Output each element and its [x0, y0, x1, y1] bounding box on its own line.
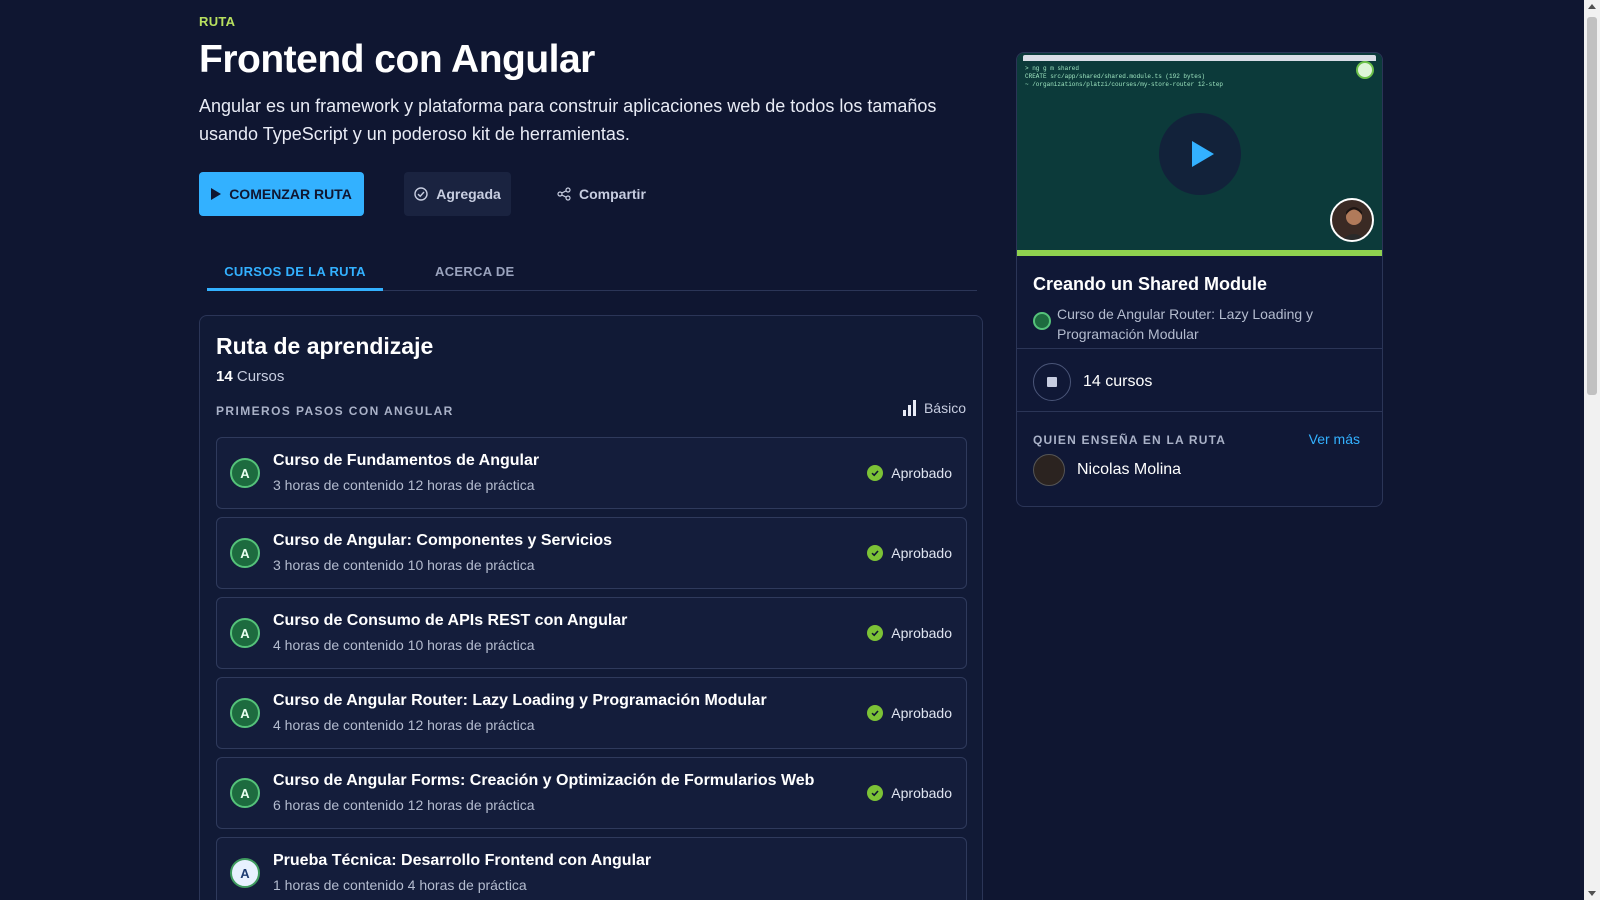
course-status-label: Aprobado — [891, 705, 952, 721]
teacher-name: Nicolas Molina — [1077, 461, 1182, 478]
course-count-number: 14 — [216, 368, 233, 385]
video-course-name: Curso de Angular Router: Lazy Loading y … — [1057, 306, 1314, 342]
approved-check-icon — [867, 785, 884, 801]
sidebar-course-count: 14 cursos — [1083, 373, 1153, 390]
course-count: 14 Cursos — [216, 368, 284, 385]
course-status: Aprobado — [867, 785, 952, 801]
course-item[interactable]: A Prueba Técnica: Desarrollo Frontend co… — [216, 837, 967, 900]
learning-path-title: Ruta de aprendizaje — [216, 333, 434, 359]
level-label: Básico — [923, 400, 966, 416]
section-heading: PRIMEROS PASOS CON ANGULAR — [216, 404, 454, 418]
route-page: RUTA Frontend con Angular Angular es un … — [0, 0, 1584, 900]
route-eyebrow: RUTA — [199, 14, 236, 29]
course-item[interactable]: A Curso de Angular: Componentes y Servic… — [216, 517, 967, 589]
angular-course-icon: A — [230, 698, 260, 728]
level-bars-icon — [902, 400, 916, 416]
approved-check-icon — [867, 705, 884, 721]
video-preview[interactable]: > ng g m shared CREATE src/app/shared/sh… — [1017, 53, 1382, 256]
added-button[interactable]: Agregada — [404, 172, 511, 216]
course-meta: 1 horas de contenido 4 horas de práctica — [273, 877, 527, 893]
course-count-label: Cursos — [236, 368, 285, 385]
course-name: Curso de Angular Router: Lazy Loading y … — [273, 692, 767, 709]
approved-check-icon — [867, 545, 884, 561]
course-item[interactable]: A Curso de Fundamentos de Angular 3 hora… — [216, 437, 967, 509]
angular-course-icon: A — [230, 538, 260, 568]
browser-chrome-bar — [1023, 55, 1376, 61]
course-item[interactable]: A Curso de Consumo de APIs REST con Angu… — [216, 597, 967, 669]
video-course-link[interactable]: Curso de Angular Router: Lazy Loading y … — [1033, 304, 1353, 344]
scroll-thumb[interactable] — [1587, 17, 1597, 395]
page-title: Frontend con Angular — [199, 38, 595, 81]
learning-path-card: Ruta de aprendizaje 14 Cursos PRIMEROS P… — [199, 315, 983, 900]
course-name: Curso de Angular Forms: Creación y Optim… — [273, 772, 815, 789]
check-circle-icon — [414, 187, 428, 201]
play-video-button[interactable] — [1159, 113, 1241, 195]
teacher-heading: QUIEN ENSEÑA EN LA RUTA — [1033, 433, 1227, 447]
start-route-button[interactable]: COMENZAR RUTA — [199, 172, 364, 216]
course-name: Prueba Técnica: Desarrollo Frontend con … — [273, 852, 652, 869]
video-title: Creando un Shared Module — [1033, 274, 1268, 294]
approved-check-icon — [867, 625, 884, 641]
course-meta: 4 horas de contenido 10 horas de práctic… — [273, 637, 535, 653]
divider — [1017, 348, 1382, 349]
course-meta: 3 horas de contenido 10 horas de práctic… — [273, 557, 535, 573]
course-item[interactable]: A Curso de Angular Forms: Creación y Opt… — [216, 757, 967, 829]
presenter-avatar — [1330, 198, 1374, 242]
approved-check-icon — [867, 465, 884, 481]
scroll-down-icon[interactable] — [1588, 891, 1596, 896]
route-tabs: CURSOS DE LA RUTA ACERCA DE — [207, 250, 977, 291]
avatar — [1033, 454, 1065, 486]
course-meta: 3 horas de contenido 12 horas de práctic… — [273, 477, 535, 493]
share-button[interactable]: Compartir — [557, 172, 646, 216]
angular-course-icon: A — [230, 618, 260, 648]
teacher-item[interactable]: Nicolas Molina — [1033, 454, 1181, 486]
angular-course-icon: A — [230, 778, 260, 808]
angular-course-icon — [1033, 312, 1051, 330]
play-icon — [1192, 141, 1214, 167]
technical-test-icon: A — [230, 858, 260, 888]
level-indicator: Básico — [902, 400, 966, 416]
course-list: A Curso de Fundamentos de Angular 3 hora… — [216, 437, 967, 900]
course-status: Aprobado — [867, 625, 952, 641]
share-icon — [557, 187, 571, 201]
course-status: Aprobado — [867, 705, 952, 721]
course-status-label: Aprobado — [891, 625, 952, 641]
tab-courses[interactable]: CURSOS DE LA RUTA — [207, 264, 383, 291]
divider — [1017, 411, 1382, 412]
course-status: Aprobado — [867, 545, 952, 561]
terminal-screenshot: > ng g m shared CREATE src/app/shared/sh… — [1025, 65, 1224, 88]
route-preview-card: > ng g m shared CREATE src/app/shared/sh… — [1016, 52, 1383, 507]
added-label: Agregada — [436, 186, 501, 202]
route-description: Angular es un framework y plataforma par… — [199, 96, 937, 144]
course-count-row: 14 cursos — [1033, 363, 1152, 401]
page-scrollbar[interactable] — [1584, 0, 1600, 900]
share-label: Compartir — [579, 186, 646, 202]
tab-about[interactable]: ACERCA DE — [435, 264, 515, 279]
course-status-label: Aprobado — [891, 465, 952, 481]
action-bar: COMENZAR RUTA Agregada Compartir — [199, 172, 646, 216]
course-status: Aprobado — [867, 465, 952, 481]
play-icon — [211, 188, 222, 200]
course-meta: 6 horas de contenido 12 horas de práctic… — [273, 797, 535, 813]
course-meta: 4 horas de contenido 12 horas de práctic… — [273, 717, 535, 733]
course-status-label: Aprobado — [891, 545, 952, 561]
book-icon — [1033, 363, 1071, 401]
see-more-link[interactable]: Ver más — [1309, 431, 1360, 447]
course-item[interactable]: A Curso de Angular Router: Lazy Loading … — [216, 677, 967, 749]
course-badge-icon — [1356, 61, 1374, 79]
course-name: Curso de Angular: Componentes y Servicio… — [273, 532, 613, 549]
start-route-label: COMENZAR RUTA — [229, 186, 352, 202]
course-name: Curso de Consumo de APIs REST con Angula… — [273, 612, 628, 629]
angular-course-icon: A — [230, 458, 260, 488]
course-status-label: Aprobado — [891, 785, 952, 801]
course-name: Curso de Fundamentos de Angular — [273, 452, 540, 469]
scroll-up-icon[interactable] — [1588, 4, 1596, 9]
